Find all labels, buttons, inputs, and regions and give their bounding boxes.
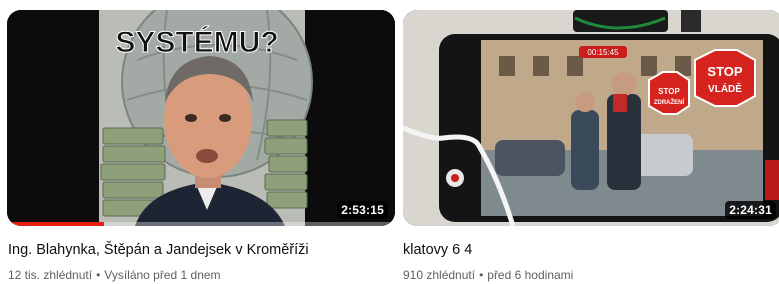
thumbnail-image: SYSTÉMU?: [7, 10, 395, 226]
upload-time: před 6 hodinami: [487, 268, 574, 282]
watch-progress-fill: [7, 222, 104, 226]
svg-text:STOP: STOP: [658, 87, 680, 96]
duration-badge: 2:24:31: [725, 201, 776, 219]
svg-text:ZDRAŽENÍ: ZDRAŽENÍ: [654, 98, 685, 106]
video-meta: 12 tis. zhlédnutí • Vysíláno před 1 dnem: [8, 268, 221, 282]
video-title[interactable]: Ing. Blahynka, Štěpán a Jandejsek v Krom…: [8, 241, 309, 259]
view-count: 910 zhlédnutí: [403, 268, 476, 282]
meta-separator: •: [96, 268, 101, 282]
video-thumbnail[interactable]: 00:15:45 STOP ZDRAŽENÍ STOP VLÁDĚ 2:24:3…: [403, 10, 779, 226]
thumbnail-headline: SYSTÉMU?: [115, 25, 278, 59]
sign-right-bottom: VLÁDĚ: [708, 82, 742, 95]
view-count: 12 tis. zhlédnutí: [8, 268, 93, 282]
video-title[interactable]: klatovy 6 4: [403, 241, 472, 259]
sign-right-top: STOP: [707, 64, 742, 79]
video-meta: 910 zhlédnutí • před 6 hodinami: [403, 268, 573, 282]
duration-badge: 2:53:15: [337, 201, 388, 219]
upload-time: Vysíláno před 1 dnem: [104, 268, 221, 282]
video-thumbnail[interactable]: SYSTÉMU? 2:53:15: [7, 10, 395, 226]
thumbnail-image: 00:15:45 STOP ZDRAŽENÍ STOP VLÁDĚ: [403, 10, 779, 226]
meta-separator: •: [479, 268, 484, 282]
stream-clock: 00:15:45: [587, 48, 619, 57]
watch-progress-bar: [7, 222, 395, 226]
